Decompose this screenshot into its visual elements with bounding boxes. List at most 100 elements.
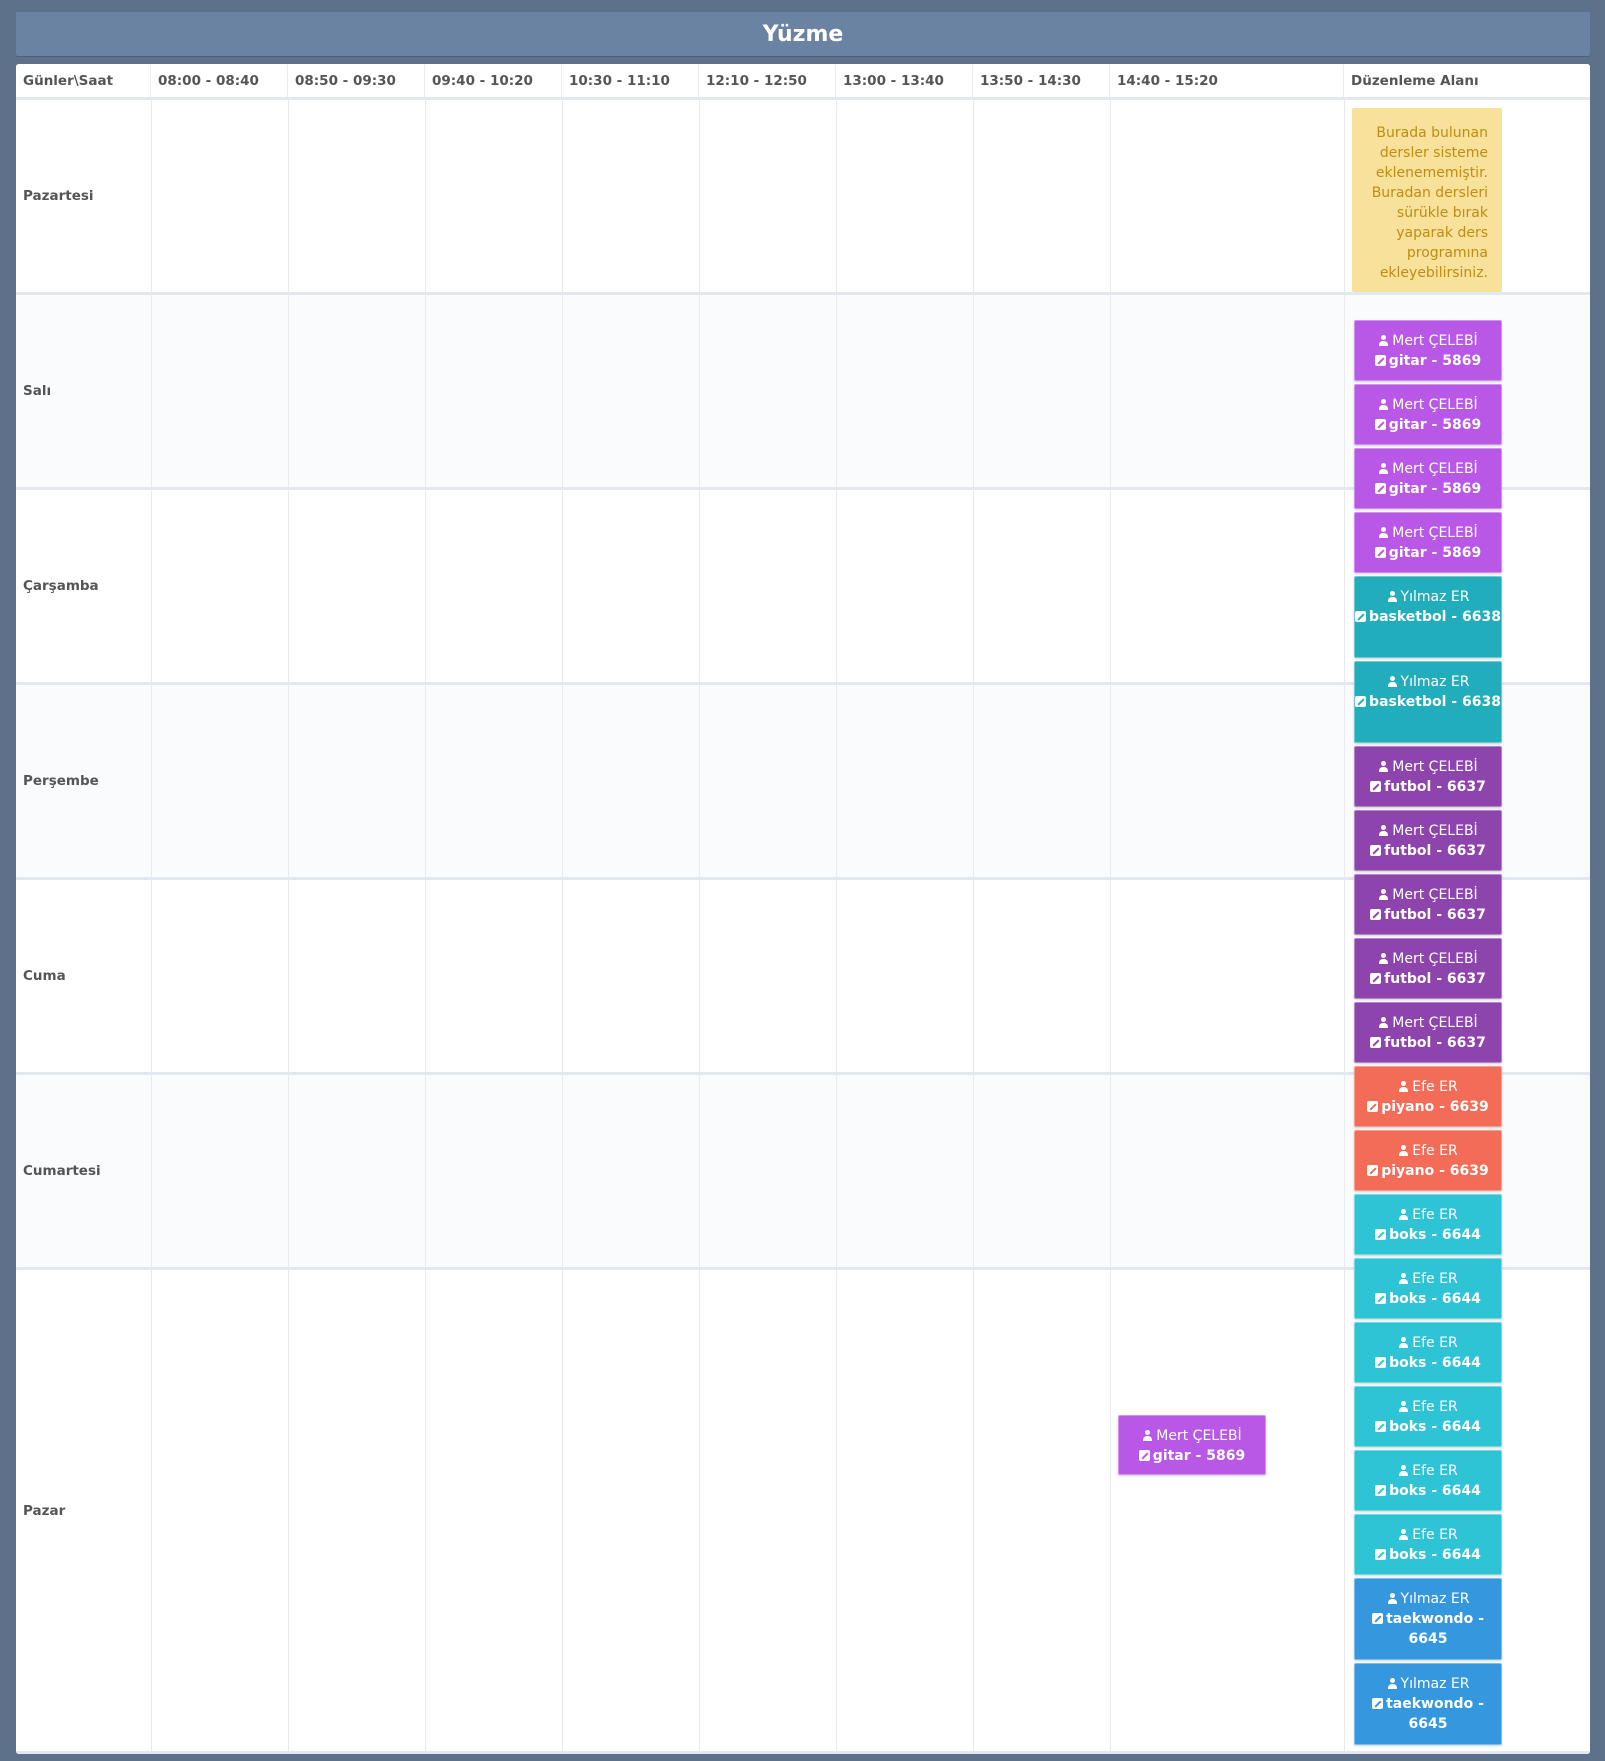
- schedule-cell[interactable]: [973, 1270, 1110, 1751]
- schedule-cell[interactable]: [699, 100, 836, 292]
- schedule-cell[interactable]: [699, 1270, 836, 1751]
- course-card[interactable]: Mert ÇELEBİ futbol - 6637: [1354, 810, 1502, 871]
- teacher-name: Yılmaz ER: [1400, 1676, 1470, 1692]
- course-name: boks - 6644: [1389, 1419, 1481, 1435]
- edit-icon: [1138, 1450, 1150, 1461]
- schedule-cell[interactable]: [973, 685, 1110, 877]
- schedule-cell[interactable]: [288, 685, 425, 877]
- schedule-cell[interactable]: [1110, 295, 1344, 487]
- course-card[interactable]: Yılmaz ER taekwondo - 6645: [1354, 1663, 1502, 1745]
- course-card[interactable]: Yılmaz ER taekwondo - 6645: [1354, 1578, 1502, 1660]
- schedule-cell[interactable]: [288, 100, 425, 292]
- course-card[interactable]: Efe ER boks - 6644: [1354, 1322, 1502, 1383]
- course-card[interactable]: Mert ÇELEBİ futbol - 6637: [1354, 1002, 1502, 1063]
- schedule-cell[interactable]: [151, 1270, 288, 1751]
- teacher-line: Efe ER: [1355, 1525, 1501, 1545]
- schedule-cell[interactable]: [562, 490, 699, 682]
- schedule-cell[interactable]: [288, 490, 425, 682]
- course-card[interactable]: Mert ÇELEBİ gitar - 5869: [1354, 320, 1502, 381]
- schedule-cell[interactable]: [1110, 1075, 1344, 1267]
- course-card[interactable]: Mert ÇELEBİ futbol - 6637: [1354, 938, 1502, 999]
- schedule-cell[interactable]: [836, 100, 973, 292]
- user-icon: [1398, 1081, 1409, 1092]
- schedule-cell[interactable]: [836, 880, 973, 1072]
- teacher-name: Efe ER: [1412, 1207, 1458, 1223]
- schedule-cell[interactable]: [425, 490, 562, 682]
- course-card[interactable]: Yılmaz ER basketbol - 6638: [1354, 576, 1502, 658]
- course-card[interactable]: Mert ÇELEBİ gitar - 5869: [1118, 1415, 1266, 1475]
- schedule-cell[interactable]: [973, 1075, 1110, 1267]
- schedule-cell[interactable]: [836, 685, 973, 877]
- schedule-cell[interactable]: [425, 880, 562, 1072]
- teacher-name: Efe ER: [1412, 1463, 1458, 1479]
- course-line: futbol - 6637: [1355, 777, 1501, 797]
- schedule-cell[interactable]: [699, 1075, 836, 1267]
- schedule-cell[interactable]: [425, 295, 562, 487]
- course-name: futbol - 6637: [1384, 907, 1486, 923]
- schedule-cell[interactable]: [699, 490, 836, 682]
- schedule-cell[interactable]: [699, 295, 836, 487]
- course-card[interactable]: Efe ER boks - 6644: [1354, 1450, 1502, 1511]
- course-card[interactable]: Mert ÇELEBİ gitar - 5869: [1354, 448, 1502, 509]
- course-card[interactable]: Mert ÇELEBİ gitar - 5869: [1354, 384, 1502, 445]
- schedule-cell[interactable]: [973, 880, 1110, 1072]
- schedule-cell[interactable]: [562, 100, 699, 292]
- schedule-cell[interactable]: [562, 685, 699, 877]
- teacher-name: Mert ÇELEBİ: [1392, 461, 1478, 477]
- schedule-cell[interactable]: [562, 1270, 699, 1751]
- schedule-cell[interactable]: [973, 490, 1110, 682]
- schedule-cell[interactable]: [425, 100, 562, 292]
- schedule-cell[interactable]: [699, 685, 836, 877]
- schedule-cell[interactable]: [1110, 1270, 1344, 1751]
- course-card[interactable]: Mert ÇELEBİ futbol - 6637: [1354, 746, 1502, 807]
- edit-icon: [1367, 1101, 1379, 1112]
- schedule-cell[interactable]: [425, 685, 562, 877]
- schedule-cell[interactable]: [699, 880, 836, 1072]
- course-card[interactable]: Efe ER boks - 6644: [1354, 1386, 1502, 1447]
- schedule-cell[interactable]: [425, 1075, 562, 1267]
- schedule-cell[interactable]: [151, 880, 288, 1072]
- course-line: boks - 6644: [1355, 1481, 1501, 1501]
- schedule-cell[interactable]: [562, 1075, 699, 1267]
- course-card[interactable]: Efe ER boks - 6644: [1354, 1514, 1502, 1575]
- schedule-cell[interactable]: [836, 1075, 973, 1267]
- schedule-cell[interactable]: [973, 100, 1110, 292]
- user-icon: [1378, 889, 1389, 900]
- schedule-cell[interactable]: [151, 100, 288, 292]
- day-label: Pazartesi: [23, 188, 94, 204]
- course-card[interactable]: Efe ER boks - 6644: [1354, 1258, 1502, 1319]
- schedule-cell[interactable]: [288, 880, 425, 1072]
- schedule-cell[interactable]: [151, 490, 288, 682]
- course-card[interactable]: Efe ER piyano - 6639: [1354, 1130, 1502, 1191]
- course-card[interactable]: Mert ÇELEBİ gitar - 5869: [1354, 512, 1502, 573]
- schedule-cell[interactable]: [151, 1075, 288, 1267]
- schedule-cell[interactable]: [1110, 100, 1344, 292]
- teacher-line: Efe ER: [1355, 1141, 1501, 1161]
- course-line: futbol - 6637: [1355, 969, 1501, 989]
- course-card[interactable]: Yılmaz ER basketbol - 6638: [1354, 661, 1502, 743]
- teacher-name: Mert ÇELEBİ: [1156, 1428, 1242, 1444]
- course-line: gitar - 5869: [1355, 415, 1501, 435]
- schedule-cell[interactable]: [151, 295, 288, 487]
- schedule-cell[interactable]: [836, 490, 973, 682]
- course-card[interactable]: Efe ER piyano - 6639: [1354, 1066, 1502, 1127]
- course-card[interactable]: Mert ÇELEBİ futbol - 6637: [1354, 874, 1502, 935]
- schedule-cell[interactable]: [1110, 685, 1344, 877]
- schedule-cell[interactable]: [836, 295, 973, 487]
- teacher-line: Efe ER: [1355, 1205, 1501, 1225]
- schedule-cell[interactable]: [288, 1270, 425, 1751]
- schedule-cell[interactable]: [288, 295, 425, 487]
- course-name: boks - 6644: [1389, 1291, 1481, 1307]
- schedule-cell[interactable]: [1110, 880, 1344, 1072]
- course-name: futbol - 6637: [1384, 1035, 1486, 1051]
- schedule-cell[interactable]: [1110, 490, 1344, 682]
- course-name: taekwondo - 6645: [1386, 1696, 1484, 1732]
- schedule-cell[interactable]: [562, 880, 699, 1072]
- schedule-cell[interactable]: [562, 295, 699, 487]
- schedule-cell[interactable]: [836, 1270, 973, 1751]
- schedule-cell[interactable]: [151, 685, 288, 877]
- course-card[interactable]: Efe ER boks - 6644: [1354, 1194, 1502, 1255]
- schedule-cell[interactable]: [425, 1270, 562, 1751]
- schedule-cell[interactable]: [973, 295, 1110, 487]
- schedule-cell[interactable]: [288, 1075, 425, 1267]
